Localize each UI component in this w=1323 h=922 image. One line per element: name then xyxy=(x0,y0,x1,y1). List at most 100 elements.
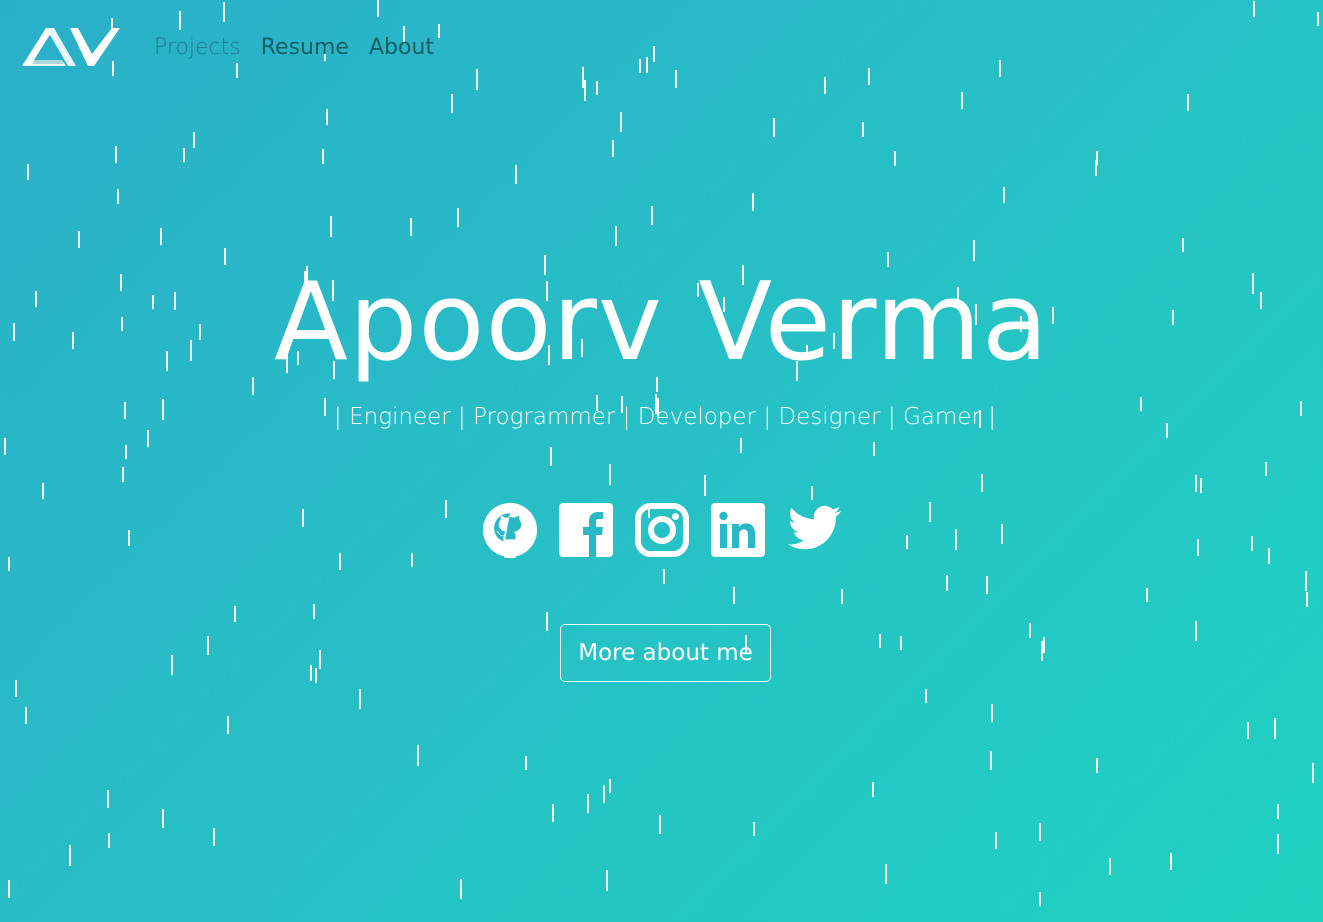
rain-drop xyxy=(313,604,315,619)
rain-drop xyxy=(1277,834,1279,854)
rain-drop xyxy=(1306,592,1308,607)
rain-drop xyxy=(15,680,17,697)
rain-drop xyxy=(125,445,127,459)
rain-drop xyxy=(609,779,611,793)
rain-drop xyxy=(811,486,813,500)
rain-drop xyxy=(906,535,908,549)
rain-drop xyxy=(873,442,875,456)
rain-drop xyxy=(193,132,195,148)
rain-drop xyxy=(107,790,109,808)
rain-drop xyxy=(1195,475,1197,492)
rain-drop xyxy=(160,228,162,245)
rain-drop xyxy=(445,500,447,518)
twitter-icon[interactable] xyxy=(786,500,842,560)
rain-drop xyxy=(1195,621,1197,641)
rain-drop xyxy=(733,587,735,604)
rain-drop xyxy=(659,815,661,834)
nav-links: Projects Resume About xyxy=(154,32,434,64)
rain-drop xyxy=(183,148,185,162)
rain-drop xyxy=(1001,524,1003,544)
rain-drop xyxy=(612,140,614,157)
rain-drop xyxy=(302,509,304,527)
linkedin-icon[interactable] xyxy=(710,500,766,560)
rain-drop xyxy=(171,655,173,675)
rain-drop xyxy=(319,650,321,669)
facebook-icon[interactable] xyxy=(558,500,614,560)
rain-drop xyxy=(1109,858,1111,875)
rain-drop xyxy=(411,553,413,567)
rain-drop xyxy=(1039,892,1041,906)
navbar: Projects Resume About xyxy=(0,0,1323,100)
rain-drop xyxy=(606,870,608,891)
rain-drop xyxy=(234,606,236,622)
hero-name: Apoorv Verma xyxy=(273,260,1050,385)
rain-drop xyxy=(704,475,706,496)
rain-drop xyxy=(603,785,605,803)
rain-drop xyxy=(69,845,71,866)
rain-drop xyxy=(1146,588,1148,602)
rain-drop xyxy=(752,193,754,211)
nav-resume[interactable]: Resume xyxy=(261,32,349,64)
rain-drop xyxy=(310,665,312,681)
rain-drop xyxy=(460,879,462,899)
rain-drop xyxy=(773,118,775,137)
rain-drop xyxy=(410,218,412,236)
rain-drop xyxy=(990,751,992,770)
rain-drop xyxy=(339,553,341,570)
social-links xyxy=(482,500,842,560)
rain-drop xyxy=(753,822,755,836)
rain-drop xyxy=(991,704,993,722)
github-icon[interactable] xyxy=(482,500,538,560)
rain-drop xyxy=(651,206,653,225)
rain-drop xyxy=(1200,478,1202,493)
rain-drop xyxy=(1170,853,1172,870)
av-logo[interactable] xyxy=(20,24,122,70)
rain-drop xyxy=(330,216,332,237)
rain-drop xyxy=(8,557,10,571)
rain-drop xyxy=(322,149,324,164)
rain-drop xyxy=(1274,718,1276,739)
rain-drop xyxy=(986,576,988,594)
rain-drop xyxy=(1039,823,1041,841)
rain-drop xyxy=(42,483,44,499)
rain-drop xyxy=(227,716,229,734)
rain-drop xyxy=(885,864,887,884)
rain-drop xyxy=(740,438,742,453)
rain-drop xyxy=(115,146,117,163)
rain-drop xyxy=(1305,571,1307,591)
rain-drop xyxy=(946,575,948,591)
rain-drop xyxy=(4,438,6,455)
rain-drop xyxy=(25,707,27,724)
rain-drop xyxy=(117,189,119,204)
nav-about[interactable]: About xyxy=(369,32,434,64)
rain-drop xyxy=(552,804,554,822)
hero-tagline: | Engineer | Programmer | Developer | De… xyxy=(334,404,996,430)
rain-drop xyxy=(1312,763,1314,783)
rain-drop xyxy=(515,165,517,184)
more-about-me-button[interactable]: More about me xyxy=(560,624,771,682)
rain-drop xyxy=(1043,637,1045,653)
rain-drop xyxy=(900,636,902,650)
rain-drop xyxy=(1197,539,1199,556)
rain-drop xyxy=(108,833,110,848)
nav-projects[interactable]: Projects xyxy=(154,32,241,64)
rain-drop xyxy=(546,612,548,631)
rain-drop xyxy=(457,208,459,227)
rain-drop xyxy=(162,809,164,828)
instagram-icon[interactable] xyxy=(634,500,690,560)
rain-drop xyxy=(1041,641,1043,661)
rain-drop xyxy=(1247,722,1249,739)
rain-drop xyxy=(587,794,589,813)
rain-drop xyxy=(315,668,317,683)
rain-drop xyxy=(525,756,527,770)
rain-effect xyxy=(0,0,1323,922)
rain-drop xyxy=(609,464,611,485)
rain-drop xyxy=(981,474,983,492)
rain-drop xyxy=(841,589,843,604)
rain-drop xyxy=(879,634,881,648)
rain-drop xyxy=(550,447,552,466)
rain-drop xyxy=(326,109,328,125)
rain-drop xyxy=(1096,151,1098,165)
rain-drop xyxy=(929,502,931,522)
rain-drop xyxy=(78,231,80,248)
